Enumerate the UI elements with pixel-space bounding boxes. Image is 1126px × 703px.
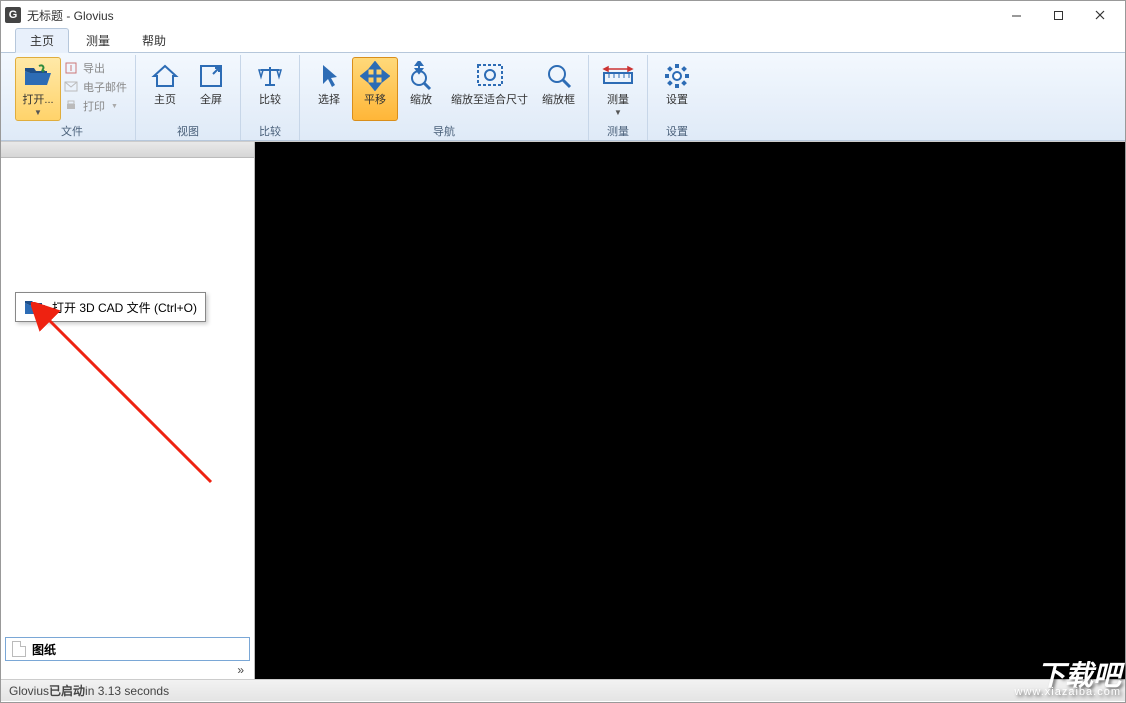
zoom-icon <box>405 60 437 92</box>
group-compare-label: 比较 <box>247 122 293 140</box>
tab-home[interactable]: 主页 <box>15 28 69 53</box>
pan-label: 平移 <box>364 94 386 107</box>
export-label: 导出 <box>83 60 105 76</box>
home-view-button[interactable]: 主页 <box>142 57 188 121</box>
tab-measure[interactable]: 测量 <box>71 28 125 53</box>
fullscreen-label: 全屏 <box>200 94 222 107</box>
group-file-label: 文件 <box>15 122 129 140</box>
pan-icon <box>359 60 391 92</box>
settings-label: 设置 <box>666 94 688 107</box>
app-icon: G <box>5 7 21 23</box>
sidebar: 图纸 » <box>1 142 255 679</box>
compare-label: 比较 <box>259 94 281 107</box>
print-button[interactable]: 打印 ▼ <box>61 97 129 115</box>
select-label: 选择 <box>318 94 340 107</box>
file-small-buttons: 导出 电子邮件 打印 ▼ <box>61 57 129 115</box>
open-label: 打开... <box>22 94 53 107</box>
maximize-button[interactable] <box>1037 1 1079 29</box>
status-suffix: in 3.13 seconds <box>85 684 169 698</box>
zoom-box-icon <box>543 60 575 92</box>
ribbon-tabs: 主页 测量 帮助 <box>1 29 1125 53</box>
email-icon <box>63 79 79 95</box>
open-tooltip: 打开 3D CAD 文件 (Ctrl+O) <box>15 292 206 322</box>
model-tree[interactable] <box>1 158 254 637</box>
window-controls <box>995 1 1121 29</box>
home-view-label: 主页 <box>154 94 176 107</box>
group-navigation: 选择 平移 缩放 缩放至适合尺寸 缩放框 导航 <box>300 55 589 140</box>
status-bold: 已启动 <box>49 682 85 699</box>
watermark-text: 下载吧 <box>1015 663 1121 688</box>
watermark-url: www.xiazaiba.com <box>1015 688 1121 698</box>
window-title: 无标题 - Glovius <box>27 7 114 24</box>
folder-open-icon <box>22 60 54 92</box>
email-label: 电子邮件 <box>83 79 127 95</box>
group-measure: 测量 ▼ 测量 <box>589 55 648 140</box>
group-settings: 设置 设置 <box>648 55 706 140</box>
ruler-icon <box>602 60 634 92</box>
select-button[interactable]: 选择 <box>306 57 352 121</box>
home-icon <box>149 60 181 92</box>
chevron-down-icon: ▼ <box>111 103 118 110</box>
zoom-label: 缩放 <box>410 94 432 107</box>
minimize-button[interactable] <box>995 1 1037 29</box>
fullscreen-icon <box>195 60 227 92</box>
folder-open-icon <box>24 298 46 316</box>
titlebar: G 无标题 - Glovius <box>1 1 1125 29</box>
document-icon <box>12 641 26 657</box>
watermark: 下载吧 www.xiazaiba.com <box>1015 663 1121 698</box>
zoom-box-button[interactable]: 缩放框 <box>535 57 582 121</box>
zoom-fit-button[interactable]: 缩放至适合尺寸 <box>444 57 535 121</box>
export-icon <box>63 60 79 76</box>
chevron-down-icon: ▼ <box>614 108 622 117</box>
fullscreen-button[interactable]: 全屏 <box>188 57 234 121</box>
zoom-box-label: 缩放框 <box>542 94 575 107</box>
group-file: 打开... ▼ 导出 电子邮件 打印 ▼ 文件 <box>9 55 136 140</box>
group-view-label: 视图 <box>142 122 234 140</box>
scales-icon <box>254 60 286 92</box>
chevrons-icon: » <box>237 663 244 679</box>
export-button[interactable]: 导出 <box>61 59 129 77</box>
open-button[interactable]: 打开... ▼ <box>15 57 61 121</box>
ribbon: 打开... ▼ 导出 电子邮件 打印 ▼ 文件 <box>1 53 1125 141</box>
cursor-icon <box>313 60 345 92</box>
sidebar-header[interactable] <box>1 142 254 158</box>
measure-button[interactable]: 测量 ▼ <box>595 57 641 121</box>
3d-viewport[interactable] <box>255 142 1125 679</box>
group-compare: 比较 比较 <box>241 55 300 140</box>
email-button[interactable]: 电子邮件 <box>61 78 129 96</box>
group-view: 主页 全屏 视图 <box>136 55 241 140</box>
print-icon <box>63 98 79 114</box>
sheet-tab[interactable]: 图纸 <box>5 637 250 661</box>
tab-help[interactable]: 帮助 <box>127 28 181 53</box>
group-settings-label: 设置 <box>654 122 700 140</box>
zoom-fit-label: 缩放至适合尺寸 <box>451 94 528 107</box>
compare-button[interactable]: 比较 <box>247 57 293 121</box>
statusbar: Glovius 已启动 in 3.13 seconds <box>1 679 1125 701</box>
group-measure-label: 测量 <box>595 122 641 140</box>
status-prefix: Glovius <box>9 684 49 698</box>
close-button[interactable] <box>1079 1 1121 29</box>
zoom-fit-icon <box>474 60 506 92</box>
tooltip-text: 打开 3D CAD 文件 (Ctrl+O) <box>52 299 197 316</box>
group-nav-label: 导航 <box>306 122 582 140</box>
print-label: 打印 <box>83 98 105 114</box>
gear-icon <box>661 60 693 92</box>
content-area: 图纸 » 打开 3D CAD 文件 (Ctrl+O) <box>1 141 1125 679</box>
pan-button[interactable]: 平移 <box>352 57 398 121</box>
chevron-down-icon: ▼ <box>34 108 42 117</box>
collapse-sidebar-button[interactable]: » <box>1 663 254 679</box>
zoom-button[interactable]: 缩放 <box>398 57 444 121</box>
sheet-label: 图纸 <box>32 641 56 658</box>
measure-label: 测量 <box>607 94 629 107</box>
settings-button[interactable]: 设置 <box>654 57 700 121</box>
